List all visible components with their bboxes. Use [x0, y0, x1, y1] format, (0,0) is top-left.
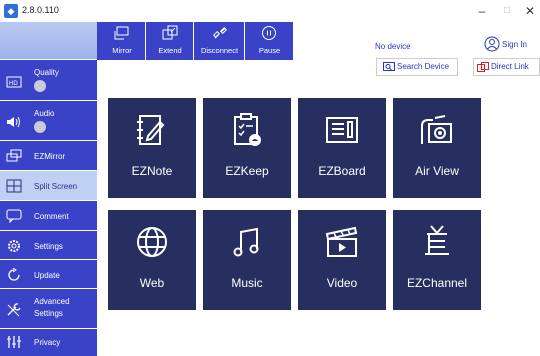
tile-ezchannel[interactable]: EZChannel — [393, 210, 481, 310]
minimize-button[interactable]: – — [472, 2, 492, 20]
tile-label: Air View — [415, 164, 459, 178]
extend-button[interactable]: Extend — [147, 22, 194, 60]
sidebar-item-ezmirror[interactable]: EZMirror — [0, 141, 97, 171]
search-device-label: Search Device — [397, 62, 450, 71]
tile-eznote[interactable]: EZNote — [108, 98, 196, 198]
tile-label: EZChannel — [406, 276, 468, 290]
extend-icon — [162, 25, 178, 40]
music-icon — [233, 227, 259, 257]
sidebar-item-label: Comment — [34, 212, 69, 221]
tile-air-view[interactable]: Air View — [393, 98, 481, 198]
pause-icon — [262, 26, 276, 40]
sign-in-button[interactable]: Sign In — [482, 34, 540, 56]
sidebar-item-label: Advanced — [34, 297, 70, 306]
audio-toggle[interactable] — [34, 121, 46, 133]
split-screen-icon — [6, 179, 22, 193]
gear-icon — [8, 240, 20, 252]
clipboard-icon — [234, 113, 261, 146]
direct-link-label: Direct Link — [491, 62, 529, 71]
tile-label: Music — [231, 276, 263, 290]
update-icon — [8, 268, 20, 281]
tile-video[interactable]: Video — [298, 210, 386, 310]
sign-in-label: Sign In — [502, 40, 527, 49]
tile-ezkeep[interactable]: EZKeep — [203, 98, 291, 198]
sidebar-item-label: EZMirror — [34, 152, 66, 161]
sidebar-item-label: Update — [34, 271, 60, 280]
speaker-icon — [7, 116, 20, 128]
mirror-button[interactable]: Mirror — [99, 22, 146, 60]
extend-label: Extend — [158, 46, 182, 55]
pause-label: Pause — [258, 46, 281, 55]
tile-music[interactable]: Music — [203, 210, 291, 310]
search-device-icon — [383, 62, 395, 71]
ezmirror-icon — [6, 149, 22, 162]
globe-icon — [137, 227, 167, 257]
hd-icon: HD — [6, 76, 22, 88]
sidebar-item-comment[interactable]: Comment — [0, 201, 97, 231]
search-device-button[interactable]: Search Device — [376, 58, 458, 76]
app-version: 2.8.0.110 — [22, 5, 59, 15]
sidebar-item-label: Audio — [34, 109, 55, 118]
tv-icon — [425, 225, 449, 255]
tile-ezboard[interactable]: EZBoard — [298, 98, 386, 198]
maximize-button[interactable]: □ — [497, 2, 517, 20]
tile-web[interactable]: Web — [108, 210, 196, 310]
disconnect-label: Disconnect — [200, 46, 239, 55]
sidebar-item-audio[interactable]: Audio — [0, 101, 97, 141]
sidebar-item-privacy[interactable]: Privacy — [0, 329, 97, 356]
camera-icon — [421, 115, 452, 144]
tile-label: Video — [326, 276, 358, 290]
quality-toggle[interactable] — [34, 80, 46, 92]
sidebar: HD Quality Audio EZMirror Split Screen C… — [0, 22, 97, 356]
toolbar: Mirror Extend Disconnect Pause — [97, 22, 293, 60]
sidebar-item-settings[interactable]: Settings — [0, 231, 97, 260]
sidebar-item-quality[interactable]: HD Quality — [0, 60, 97, 101]
tile-label: EZNote — [131, 164, 173, 178]
privacy-icon — [7, 336, 21, 348]
title-bar: ◆ 2.8.0.110 – □ ✕ — [0, 0, 540, 22]
direct-link-button[interactable]: Direct Link — [473, 58, 540, 76]
close-button[interactable]: ✕ — [520, 2, 540, 20]
sidebar-item-label: Settings — [34, 242, 63, 251]
comment-icon — [6, 209, 22, 223]
mirror-icon — [114, 26, 129, 40]
tile-label: EZKeep — [225, 164, 269, 178]
device-status: No device — [375, 42, 411, 51]
sidebar-item-label: Split Screen — [34, 182, 78, 191]
sidebar-header — [0, 22, 97, 60]
clapperboard-icon — [325, 226, 358, 257]
tile-label: Web — [139, 276, 165, 290]
wrench-icon — [7, 303, 21, 317]
tile-label: EZBoard — [318, 164, 366, 178]
sidebar-item-update[interactable]: Update — [0, 260, 97, 289]
disconnect-icon — [212, 26, 228, 39]
disconnect-button[interactable]: Disconnect — [195, 22, 245, 60]
sidebar-item-split-screen[interactable]: Split Screen — [0, 171, 97, 201]
mirror-label: Mirror — [112, 46, 132, 55]
svg-text:HD: HD — [9, 81, 18, 87]
sidebar-item-label-2: Settings — [34, 309, 63, 318]
whiteboard-icon — [326, 117, 358, 143]
sidebar-item-label: Privacy — [34, 338, 61, 347]
direct-link-icon — [477, 62, 489, 72]
app-logo-icon: ◆ — [4, 4, 18, 18]
sidebar-item-advanced-settings[interactable]: Advanced Settings — [0, 289, 97, 329]
notebook-icon — [137, 115, 165, 145]
pause-button[interactable]: Pause — [246, 22, 293, 60]
sidebar-item-label: Quality — [34, 68, 59, 77]
user-icon — [484, 36, 500, 52]
